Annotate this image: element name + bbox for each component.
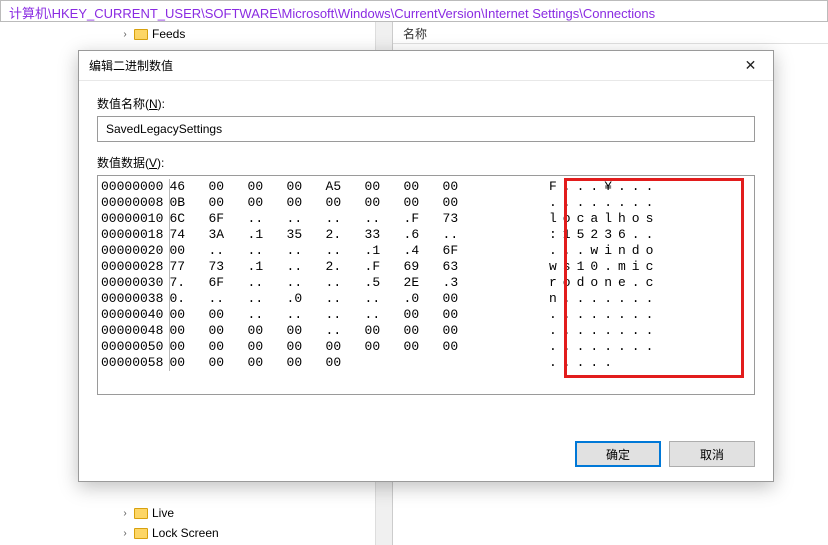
- hex-ascii: n.......: [549, 291, 754, 307]
- hex-row[interactable]: 0000004000 00 .. .. .. .. 00 00........: [101, 307, 754, 323]
- dialog-titlebar[interactable]: 编辑二进制数值 ✕: [79, 51, 773, 81]
- hex-bytes[interactable]: 77 73 .1 .. 2. .F 69 63: [169, 259, 549, 275]
- value-data-label: 数值数据(V):: [97, 154, 755, 171]
- dialog-button-row: 确定 取消: [79, 429, 773, 481]
- hex-ascii: :15236..: [549, 227, 754, 243]
- value-name-field[interactable]: SavedLegacySettings: [97, 116, 755, 142]
- tree-item-label: Live: [152, 506, 174, 520]
- hex-offset: 00000040: [101, 307, 169, 323]
- hex-bytes[interactable]: 7. 6F .. .. .. .5 2E .3: [169, 275, 549, 291]
- chevron-right-icon: ›: [120, 528, 130, 539]
- hex-editor[interactable]: 0000000046 00 00 00 A5 00 00 00F...¥...0…: [97, 175, 755, 395]
- hex-offset: 00000000: [101, 179, 169, 195]
- hex-row[interactable]: 000000106C 6F .. .. .. .. .F 73localhos: [101, 211, 754, 227]
- hex-ascii: ........: [549, 339, 754, 355]
- hex-row[interactable]: 0000002000 .. .. .. .. .1 .4 6F...windo: [101, 243, 754, 259]
- hex-ascii: .....: [549, 355, 754, 371]
- hex-ascii: rodone.c: [549, 275, 754, 291]
- hex-offset: 00000018: [101, 227, 169, 243]
- hex-ascii: ........: [549, 195, 754, 211]
- hex-offset: 00000058: [101, 355, 169, 371]
- hex-offset: 00000008: [101, 195, 169, 211]
- hex-offset: 00000050: [101, 339, 169, 355]
- hex-bytes[interactable]: 74 3A .1 35 2. 33 .6 ..: [169, 227, 549, 243]
- folder-icon: [134, 29, 148, 40]
- hex-row[interactable]: 0000000046 00 00 00 A5 00 00 00F...¥...: [101, 179, 754, 195]
- value-name-label: 数值名称(N):: [97, 95, 755, 112]
- hex-bytes[interactable]: 46 00 00 00 A5 00 00 00: [169, 179, 549, 195]
- hex-ascii: ...windo: [549, 243, 754, 259]
- address-bar[interactable]: 计算机\HKEY_CURRENT_USER\SOFTWARE\Microsoft…: [0, 0, 828, 22]
- hex-bytes[interactable]: 00 00 00 00 00: [169, 355, 549, 371]
- hex-row[interactable]: 0000005800 00 00 00 00.....: [101, 355, 754, 371]
- hex-ascii: localhos: [549, 211, 754, 227]
- chevron-right-icon: ›: [120, 29, 130, 40]
- ok-button[interactable]: 确定: [575, 441, 661, 467]
- hex-row[interactable]: 0000004800 00 00 00 .. 00 00 00........: [101, 323, 754, 339]
- hex-bytes[interactable]: 00 00 00 00 .. 00 00 00: [169, 323, 549, 339]
- hex-offset: 00000030: [101, 275, 169, 291]
- tree-item-feeds[interactable]: › Feeds: [0, 24, 392, 44]
- folder-icon: [134, 528, 148, 539]
- hex-row[interactable]: 000000080B 00 00 00 00 00 00 00........: [101, 195, 754, 211]
- tree-item-lock-screen[interactable]: › Lock Screen: [0, 523, 375, 543]
- hex-bytes[interactable]: 00 00 .. .. .. .. 00 00: [169, 307, 549, 323]
- hex-bytes[interactable]: 0. .. .. .0 .. .. .0 00: [169, 291, 549, 307]
- folder-icon: [134, 508, 148, 519]
- hex-ascii: ........: [549, 323, 754, 339]
- hex-row[interactable]: 0000002877 73 .1 .. 2. .F 69 63ws10.mic: [101, 259, 754, 275]
- hex-row[interactable]: 000000307. 6F .. .. .. .5 2E .3rodone.c: [101, 275, 754, 291]
- hex-bytes[interactable]: 6C 6F .. .. .. .. .F 73: [169, 211, 549, 227]
- chevron-right-icon: ›: [120, 508, 130, 519]
- tree-item-live[interactable]: › Live: [0, 503, 375, 523]
- hex-bytes[interactable]: 00 00 00 00 00 00 00 00: [169, 339, 549, 355]
- hex-offset: 00000010: [101, 211, 169, 227]
- hex-row[interactable]: 0000001874 3A .1 35 2. 33 .6 ..:15236..: [101, 227, 754, 243]
- hex-ascii: ws10.mic: [549, 259, 754, 275]
- cancel-button[interactable]: 取消: [669, 441, 755, 467]
- tree-item-label: Feeds: [152, 27, 185, 41]
- hex-offset: 00000038: [101, 291, 169, 307]
- hex-offset: 00000020: [101, 243, 169, 259]
- hex-row[interactable]: 000000380. .. .. .0 .. .. .0 00n.......: [101, 291, 754, 307]
- hex-bytes[interactable]: 0B 00 00 00 00 00 00 00: [169, 195, 549, 211]
- close-button[interactable]: ✕: [728, 51, 773, 81]
- close-icon: ✕: [745, 57, 757, 74]
- hex-bytes[interactable]: 00 .. .. .. .. .1 .4 6F: [169, 243, 549, 259]
- edit-binary-dialog: 编辑二进制数值 ✕ 数值名称(N): SavedLegacySettings 数…: [78, 50, 774, 482]
- dialog-title: 编辑二进制数值: [89, 57, 173, 74]
- column-header-name[interactable]: 名称: [393, 22, 828, 44]
- hex-ascii: ........: [549, 307, 754, 323]
- hex-offset: 00000048: [101, 323, 169, 339]
- tree-item-label: Lock Screen: [152, 526, 219, 540]
- hex-offset: 00000028: [101, 259, 169, 275]
- hex-ascii: F...¥...: [549, 179, 754, 195]
- hex-row[interactable]: 0000005000 00 00 00 00 00 00 00........: [101, 339, 754, 355]
